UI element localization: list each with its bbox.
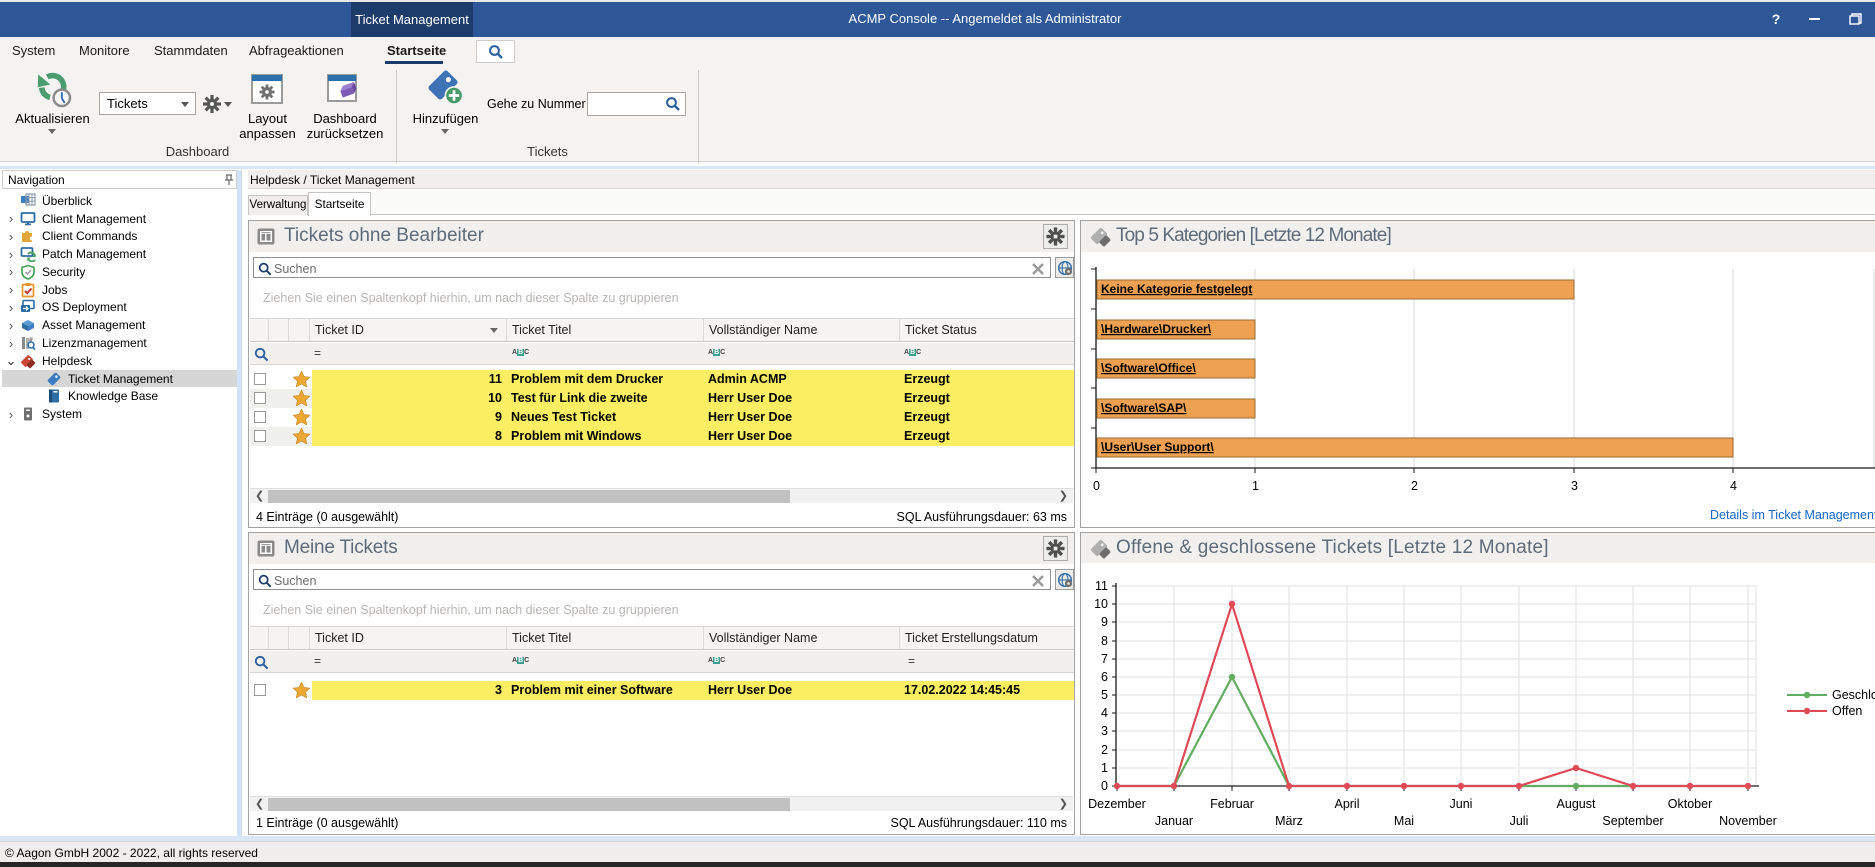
svg-text:Juli: Juli [1510,814,1529,828]
svg-text:10: 10 [1094,597,1108,611]
svg-text:Dezember: Dezember [1088,797,1146,811]
svg-text:Geschlossen: Geschlossen [1832,688,1875,702]
svg-text:3: 3 [1101,724,1108,738]
svg-text:9: 9 [1101,615,1108,629]
svg-text:Januar: Januar [1155,814,1193,828]
svg-text:2: 2 [1411,479,1418,493]
svg-text:März: März [1275,814,1303,828]
svg-text:7: 7 [1101,652,1108,666]
svg-text:Februar: Februar [1210,797,1254,811]
svg-text:\Software\SAP\: \Software\SAP\ [1101,401,1187,415]
svg-text:0: 0 [1101,779,1108,793]
svg-text:Keine Kategorie festgelegt: Keine Kategorie festgelegt [1101,282,1252,296]
svg-text:\Hardware\Drucker\: \Hardware\Drucker\ [1101,322,1212,336]
svg-text:5: 5 [1101,688,1108,702]
svg-text:September: September [1602,814,1663,828]
svg-text:November: November [1719,814,1777,828]
svg-text:Oktober: Oktober [1668,797,1712,811]
svg-text:8: 8 [1101,634,1108,648]
svg-text:6: 6 [1101,670,1108,684]
svg-text:4: 4 [1730,479,1737,493]
svg-text:1: 1 [1101,761,1108,775]
svg-text:Juni: Juni [1450,797,1473,811]
svg-text:Offen: Offen [1832,704,1862,718]
svg-text:April: April [1334,797,1359,811]
svg-text:4: 4 [1101,706,1108,720]
svg-text:August: August [1557,797,1596,811]
svg-text:1: 1 [1252,479,1259,493]
svg-text:2: 2 [1101,743,1108,757]
svg-text:\User\User Support\: \User\User Support\ [1101,440,1214,454]
svg-text:0: 0 [1093,479,1100,493]
svg-text:\Software\Office\: \Software\Office\ [1101,361,1196,375]
svg-text:11: 11 [1095,579,1108,593]
svg-text:Mai: Mai [1394,814,1414,828]
svg-text:3: 3 [1571,479,1578,493]
